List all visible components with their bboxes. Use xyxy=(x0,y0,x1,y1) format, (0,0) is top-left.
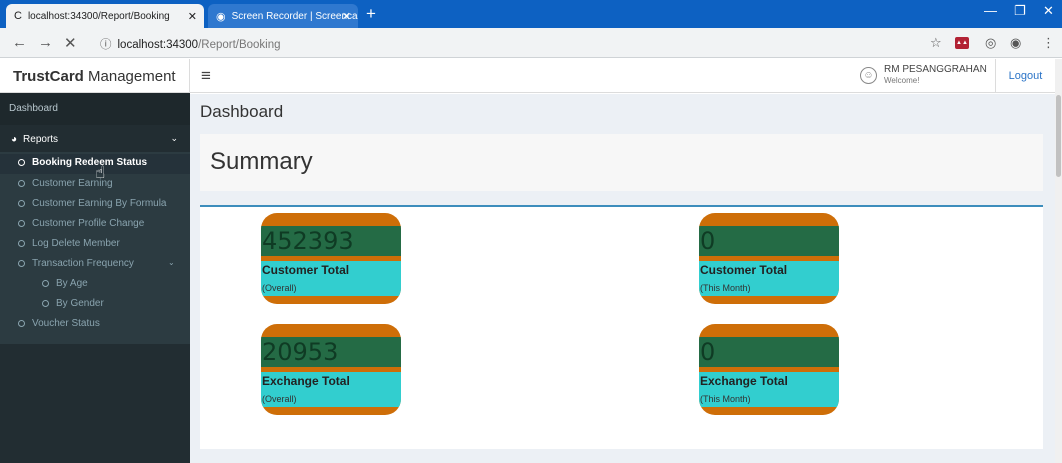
close-icon[interactable]: ✕ xyxy=(342,10,351,23)
sidebar-item-dashboard[interactable]: Dashboard xyxy=(0,93,190,125)
logout-button[interactable]: Logout xyxy=(995,59,1055,93)
sidebar-item-by-age[interactable]: By Age xyxy=(0,275,190,295)
user-welcome: Welcome! xyxy=(884,76,920,85)
sidebar-item-voucher-status[interactable]: Voucher Status xyxy=(0,315,190,335)
menu-icon[interactable]: ≡ xyxy=(201,66,211,86)
dashboard-icon: ◕ xyxy=(11,134,18,145)
sidebar: Dashboard ◕ Reports ⌄ Booking Redeem Stat… xyxy=(0,93,190,463)
circle-icon xyxy=(42,279,49,287)
forward-arrow-icon[interactable]: → xyxy=(38,34,53,51)
restore-icon[interactable]: ❐ xyxy=(1014,3,1026,19)
tab-title: Screen Recorder | Screencast-O... xyxy=(231,10,358,22)
info-icon: ⓘ xyxy=(100,39,112,51)
tab-title: localhost:34300/Report/Booking xyxy=(27,10,170,22)
account-icon[interactable]: ◉ xyxy=(1010,35,1021,51)
sidebar-item-log-delete-member[interactable]: Log Delete Member xyxy=(0,235,190,255)
stat-title: Customer Total xyxy=(262,263,350,277)
circle-icon xyxy=(42,299,49,307)
circle-icon xyxy=(18,158,25,166)
circle-icon xyxy=(18,259,25,267)
reload-icon: C xyxy=(14,10,22,22)
circle-icon xyxy=(18,219,25,227)
stat-card-customer-total-overall: 452393 Customer Total (Overall) xyxy=(261,213,401,304)
scrollbar-thumb[interactable] xyxy=(1056,95,1061,177)
brand-logo[interactable]: TrustCard Management xyxy=(0,59,190,93)
sidebar-item-reports[interactable]: ◕ Reports ⌄ xyxy=(0,129,190,151)
stat-title: Exchange Total xyxy=(262,374,350,388)
browser-tab-bar: C localhost:34300/Report/Booking ✕ ◉ Scr… xyxy=(0,0,1062,28)
summary-header: Summary xyxy=(200,134,1043,191)
chevron-down-icon: ⌄ xyxy=(170,133,178,143)
main-content: Dashboard Summary 452393 Customer Total … xyxy=(190,94,1055,463)
address-bar: ← → ✕ ⓘ localhost:34300/Report/Booking ☆ … xyxy=(0,28,1062,58)
stat-card-exchange-total-month: 0 Exchange Total (This Month) xyxy=(699,324,839,415)
star-icon[interactable]: ☆ xyxy=(930,35,942,51)
tab-booking[interactable]: C localhost:34300/Report/Booking ✕ xyxy=(6,4,204,28)
sidebar-item-by-gender[interactable]: By Gender xyxy=(0,295,190,315)
stat-card-customer-total-month: 0 Customer Total (This Month) xyxy=(699,213,839,304)
url-path: /Report/Booking xyxy=(198,39,281,51)
close-window-icon[interactable]: ✕ xyxy=(1043,3,1054,19)
circle-icon xyxy=(18,179,25,187)
circle-icon xyxy=(18,199,25,207)
sidebar-item-transaction-frequency[interactable]: Transaction Frequency ⌄ xyxy=(0,255,190,275)
stat-subtitle: (Overall) xyxy=(262,394,297,404)
page-title: Dashboard xyxy=(200,102,284,121)
back-arrow-icon[interactable]: ← xyxy=(12,34,27,51)
summary-panel: 452393 Customer Total (Overall) 0 Custom… xyxy=(200,205,1043,449)
summary-title: Summary xyxy=(210,148,313,175)
minimize-icon[interactable]: — xyxy=(984,3,997,18)
stat-title: Exchange Total xyxy=(700,374,788,388)
sidebar-item-customer-profile-change[interactable]: Customer Profile Change xyxy=(0,215,190,235)
url-field[interactable]: ⓘ localhost:34300/Report/Booking xyxy=(100,36,281,52)
stat-card-exchange-total-overall: 20953 Exchange Total (Overall) xyxy=(261,324,401,415)
more-icon[interactable]: ⋮ xyxy=(1042,35,1055,51)
app-header: TrustCard Management ≡ ☺ RM PESANGGRAHAN… xyxy=(0,59,1062,93)
sidebar-item-customer-earning-by-formula[interactable]: Customer Earning By Formula xyxy=(0,195,190,215)
close-icon[interactable]: ✕ xyxy=(188,10,197,23)
stat-title: Customer Total xyxy=(700,263,788,277)
stat-value: 0 xyxy=(699,337,839,367)
circle-icon xyxy=(18,239,25,247)
record-icon: ◉ xyxy=(216,10,226,23)
url-host: localhost:34300 xyxy=(117,39,199,51)
circle-icon xyxy=(18,319,25,327)
extension-icon[interactable]: ▲▲ xyxy=(955,37,969,49)
stat-subtitle: (This Month) xyxy=(700,394,751,404)
stat-subtitle: (This Month) xyxy=(700,283,751,293)
close-icon[interactable]: ✕ xyxy=(64,34,77,52)
tab-screen-recorder[interactable]: ◉ Screen Recorder | Screencast-O... ✕ xyxy=(208,4,358,28)
stat-value: 0 xyxy=(699,226,839,256)
stat-subtitle: (Overall) xyxy=(262,283,297,293)
stat-value: 452393 xyxy=(261,226,401,256)
chevron-down-icon: ⌄ xyxy=(168,258,175,267)
hand-pointer-icon: ☝ xyxy=(95,163,106,182)
stat-value: 20953 xyxy=(261,337,401,367)
extension-icon[interactable]: ◎ xyxy=(985,35,996,51)
new-tab-icon[interactable]: + xyxy=(366,4,376,24)
user-name: RM PESANGGRAHAN xyxy=(884,64,987,75)
user-icon: ☺ xyxy=(860,67,877,84)
